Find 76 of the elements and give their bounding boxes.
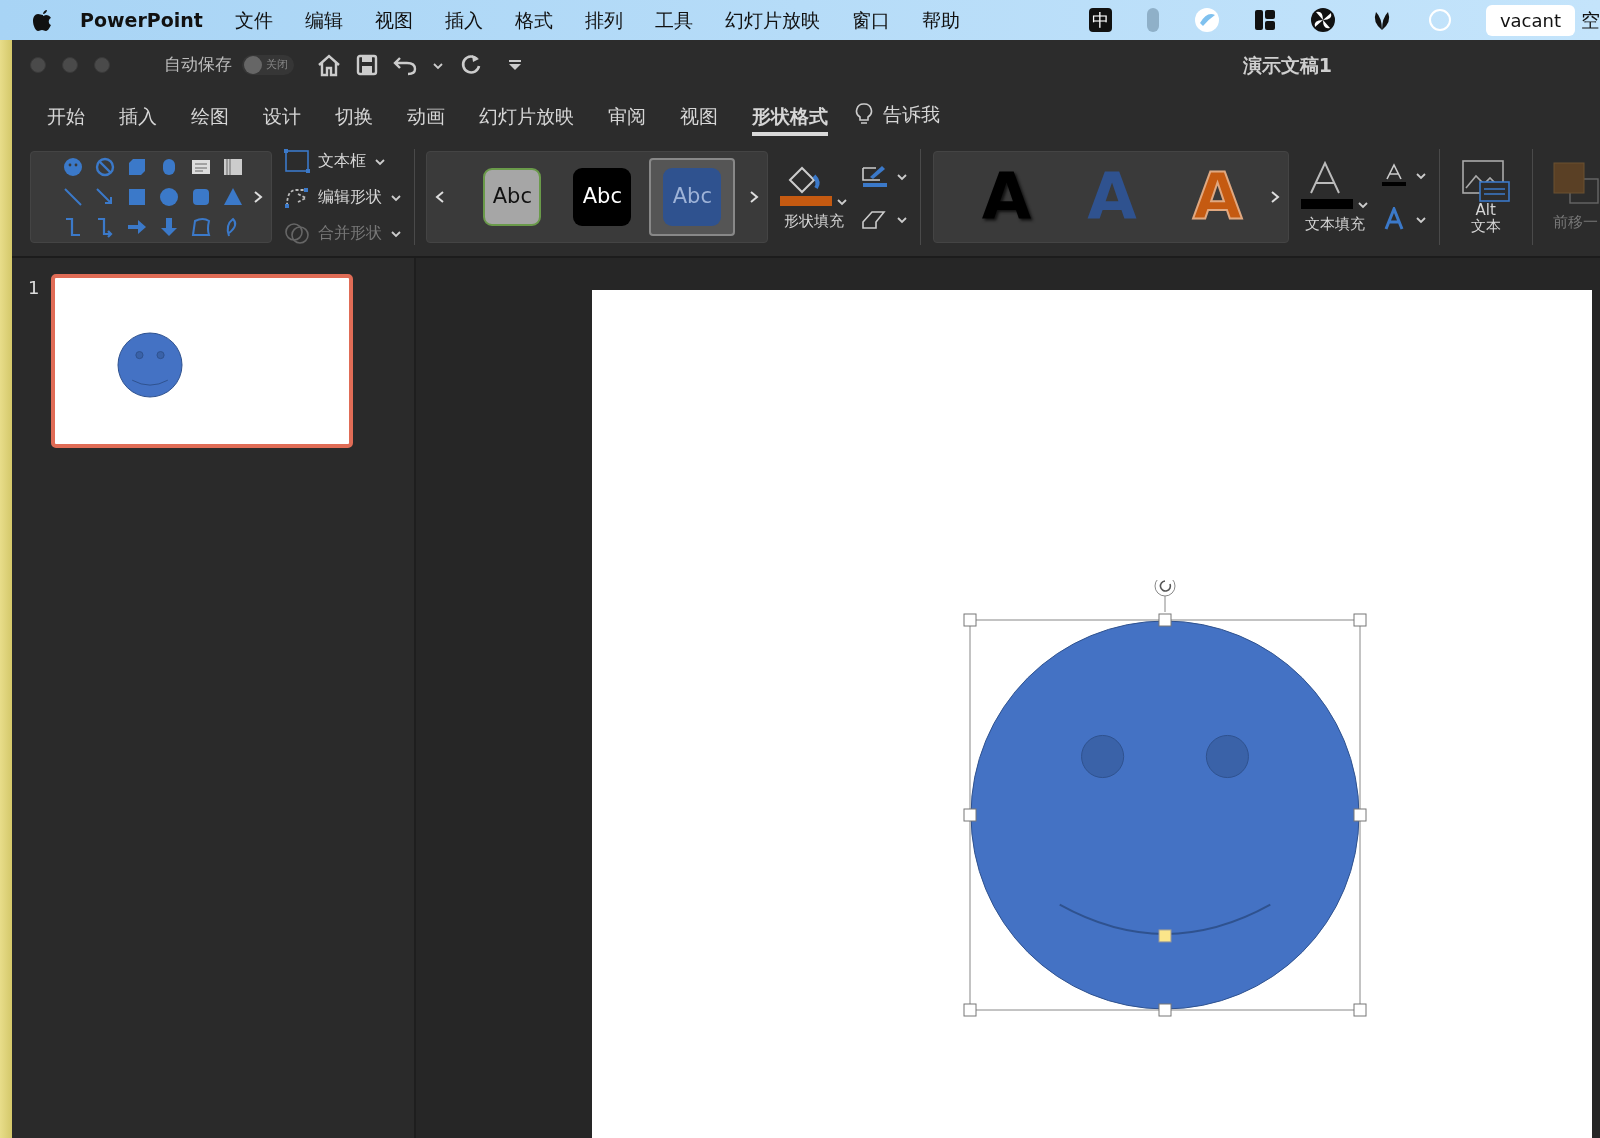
ribbon-tab[interactable]: 设计 [263,95,301,137]
rotate-handle[interactable] [1154,580,1176,613]
ribbon-command[interactable]: 编辑形状 [284,182,402,212]
no-symbol-icon[interactable] [93,155,117,179]
ribbon-tab[interactable]: 绘图 [191,95,229,137]
slide-number: 1 [28,276,40,300]
caret-icon [390,192,402,202]
freeform-icon[interactable] [189,215,213,239]
caret-icon[interactable] [1415,214,1428,224]
smiley-face-drawing [117,332,184,398]
text-outline-icon[interactable] [1381,163,1408,187]
caret-icon[interactable] [896,171,909,181]
chevron-right-icon[interactable] [1270,190,1281,204]
text-fill-label: 文本填充 [1305,213,1366,235]
caret-icon [390,228,402,238]
shape-fill-label: 形状填充 [784,210,845,232]
style-preview[interactable]: Abc [663,168,722,226]
chevron-right-icon[interactable] [749,190,760,204]
app-menu[interactable]: PowerPoint [64,5,219,35]
customize-icon[interactable] [508,59,522,71]
shape-style-gallery[interactable]: Abc Abc Abc [426,151,769,243]
caret-icon[interactable] [836,196,849,206]
ribbon-tab[interactable]: 形状格式 [752,95,828,137]
adjust-handle[interactable] [1158,929,1172,943]
ribbon-tab[interactable]: 审阅 [608,95,646,137]
ribbon-tab[interactable]: 视图 [680,95,718,137]
style-preview[interactable]: Abc [573,168,632,226]
menu-item[interactable]: 排列 [568,5,639,35]
caret-icon[interactable] [432,60,444,70]
caret-icon[interactable] [1415,170,1428,180]
chevron-left-icon[interactable] [435,190,446,204]
ribbon-tab[interactable]: 动画 [407,95,445,137]
shape-outline-icon[interactable] [860,164,889,188]
chevron-right-icon[interactable] [253,190,263,204]
menu-item[interactable]: 插入 [428,5,499,35]
menu-item[interactable]: 帮助 [905,5,976,35]
ribbon-command[interactable]: 文本框 [284,146,402,176]
menu-item[interactable]: 窗口 [835,5,906,35]
ribbon-tab[interactable]: 切换 [335,95,373,137]
home-icon[interactable] [316,53,342,77]
save-icon[interactable] [356,54,378,76]
merge-shapes-icon [284,220,310,246]
menu-item[interactable]: 文件 [218,5,289,35]
slide-thumbnail[interactable] [51,274,354,448]
apple-icon[interactable] [32,8,54,32]
caret-icon [374,156,386,166]
undo-icon[interactable] [392,54,418,76]
alt-text-button[interactable]: Alt 文本 [1451,159,1520,235]
caret-icon[interactable] [1357,199,1370,209]
menu-item[interactable]: 工具 [638,5,709,35]
ribbon-tab[interactable]: 插入 [119,95,157,137]
layout-icon[interactable] [1253,9,1276,31]
autosave-label: 自动保存 [164,53,232,77]
circle-icon[interactable] [157,185,181,209]
input-method-icon[interactable]: 中 [1088,8,1112,32]
picture-text-icon [1461,159,1510,202]
user-name[interactable]: vacant [1485,4,1575,36]
lightbulb-icon[interactable] [855,102,873,126]
ribbon-tab[interactable]: 开始 [47,95,85,137]
shape-gallery[interactable] [30,151,272,243]
fan-icon[interactable] [1309,7,1336,33]
slide-canvas[interactable] [592,290,1592,1138]
ribbon-tab[interactable]: 幻灯片放映 [479,95,574,137]
smiley-face-icon[interactable] [61,155,85,179]
window-title: 演示文稿1 [1242,52,1332,78]
text-box-icon [284,148,310,174]
caret-icon[interactable] [896,214,909,224]
menu-item[interactable]: 空 [1581,5,1600,35]
menu-item[interactable]: 视图 [358,5,429,35]
menu-item[interactable]: 编辑 [288,5,359,35]
tell-me-field[interactable]: 告诉我 [883,99,940,129]
layers-icon [1551,160,1600,205]
menu-item[interactable]: 幻灯片放映 [708,5,836,35]
menu-item[interactable]: 格式 [498,5,569,35]
style-preview[interactable]: Abc [483,168,542,226]
autosave-toggle[interactable]: 关闭 [242,55,294,75]
